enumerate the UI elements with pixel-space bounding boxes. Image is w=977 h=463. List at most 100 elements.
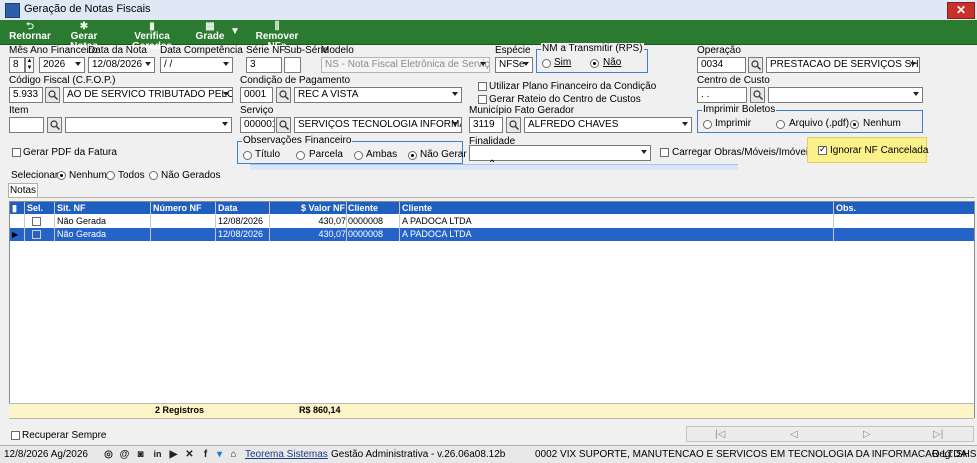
mes-spinner[interactable]: ▲ ▼: [25, 57, 34, 73]
municipio-code-field[interactable]: 3119: [469, 117, 503, 133]
table-row[interactable]: Não Gerada 12/08/2026 430,07 0000008 A P…: [10, 215, 974, 228]
sub-serie-field[interactable]: [284, 57, 301, 73]
data-competencia-field[interactable]: / /: [160, 57, 233, 73]
nao-radio[interactable]: [590, 59, 599, 68]
sel-todos-radio[interactable]: [106, 171, 115, 180]
operacao-search-icon[interactable]: [748, 57, 763, 73]
last-record-button[interactable]: ▷|: [933, 429, 943, 440]
retornar-button[interactable]: ⮌ Retornar: [8, 21, 52, 42]
row-checkbox[interactable]: [32, 217, 41, 226]
next-record-button[interactable]: ▷: [863, 429, 871, 440]
arquivo-pdf-radio[interactable]: [776, 120, 785, 129]
navigator: |◁ ◁ ▷ ▷|: [686, 426, 974, 442]
cfop-search-icon[interactable]: [45, 87, 60, 103]
carregar-obras-checkbox[interactable]: [660, 148, 669, 157]
col-numero-nf[interactable]: Número NF: [153, 202, 202, 214]
email-icon[interactable]: @: [119, 449, 130, 460]
sim-label: Sim: [554, 57, 572, 68]
servico-label: Serviço: [240, 105, 274, 116]
gerar-rateio-checkbox[interactable]: [478, 95, 487, 104]
titulo-label: Título: [255, 149, 281, 160]
municipio-search-icon[interactable]: [506, 117, 521, 133]
col-cliente[interactable]: Cliente: [402, 202, 432, 214]
modelo-select[interactable]: NS - Nota Fiscal Eletrônica de Serviço (…: [321, 57, 490, 73]
sel-nao-gerados-radio[interactable]: [149, 171, 158, 180]
support-icon[interactable]: ▾: [214, 449, 225, 460]
cond-pag-search-icon[interactable]: [276, 87, 291, 103]
nenhum-radio[interactable]: [850, 120, 859, 129]
centro-custo-select[interactable]: [768, 87, 923, 103]
cell-valor: 430,07: [318, 229, 346, 239]
imprimir-label: Imprimir: [715, 118, 752, 129]
teorema-link[interactable]: Teorema Sistemas: [245, 449, 328, 460]
recuperar-sempre-checkbox[interactable]: [11, 431, 20, 440]
titulo-radio[interactable]: [243, 151, 252, 160]
cfop-select[interactable]: AO DE SERVICO TRIBUTADO PELO ISSQN: [63, 87, 233, 103]
row-checkbox[interactable]: [32, 230, 41, 239]
servico-search-icon[interactable]: [276, 117, 291, 133]
cell-sit: Não Gerada: [57, 216, 107, 226]
grade-button[interactable]: ▦ Grade: [193, 21, 227, 42]
utilizar-plano-checkbox[interactable]: [478, 82, 487, 91]
nao-gerar-radio[interactable]: [408, 151, 417, 160]
linkedin-icon[interactable]: in: [152, 449, 163, 460]
status-reg: Reg: SHS D: [932, 449, 977, 460]
close-button[interactable]: ✕: [947, 2, 975, 19]
cond-pag-code-field[interactable]: 0001: [240, 87, 273, 103]
cell-cliente-cod: 0000008: [348, 216, 384, 226]
grade-dropdown-caret[interactable]: ▼: [230, 27, 240, 37]
imprimir-radio[interactable]: [703, 120, 712, 129]
imprimir-boletos-label: Imprimir Boletos: [702, 104, 777, 115]
operacao-select[interactable]: PRESTACAO DE SERVIÇOS SHS: [766, 57, 920, 73]
cell-valor: 430,07: [318, 216, 346, 226]
data-nota-field[interactable]: 12/08/2026: [88, 57, 155, 73]
x-icon[interactable]: ✕: [184, 449, 195, 460]
ano-select[interactable]: 2026: [39, 57, 85, 73]
servico-select[interactable]: SERVIÇOS TECNOLOGIA INFORMACAO: [294, 117, 462, 133]
serie-nf-field[interactable]: 3: [246, 57, 282, 73]
grid-footer: 2 Registros R$ 860,14: [9, 403, 974, 419]
sel-nao-gerados-label: Não Gerados: [161, 170, 221, 181]
sel-nenhum-radio[interactable]: [57, 171, 66, 180]
col-cliente-cod[interactable]: Cliente: [348, 202, 378, 214]
especie-select[interactable]: NFSe: [495, 57, 533, 73]
ambas-radio[interactable]: [354, 151, 363, 160]
parcela-radio[interactable]: [296, 151, 305, 160]
status-date: 12/8/2026 Ag/2026: [4, 449, 88, 460]
col-sel[interactable]: Sel.: [27, 202, 43, 214]
col-valor-nf[interactable]: $ Valor NF: [301, 202, 345, 214]
operacao-code-field[interactable]: 0034: [697, 57, 746, 73]
first-record-button[interactable]: |◁: [715, 429, 725, 440]
home-icon[interactable]: ⌂: [228, 449, 239, 460]
whatsapp-icon[interactable]: ◎: [103, 449, 114, 460]
cond-pag-select[interactable]: REC A VISTA: [294, 87, 462, 103]
col-data[interactable]: Data: [218, 202, 238, 214]
centro-custo-search-icon[interactable]: [750, 87, 765, 103]
nao-gerar-label: Não Gerar: [420, 149, 467, 160]
ignorar-nf-cancelada-label: Ignorar NF Cancelada: [830, 145, 929, 156]
servico-code-field[interactable]: 000001: [240, 117, 275, 133]
col-obs[interactable]: Obs.: [836, 202, 856, 214]
cell-data: 12/08/2026: [218, 216, 264, 226]
ignorar-nf-cancelada-checkbox[interactable]: [818, 144, 827, 155]
collapse-icon[interactable]: ⌃: [488, 159, 496, 170]
centro-custo-code-field[interactable]: . .: [697, 87, 747, 103]
facebook-icon[interactable]: f: [200, 449, 211, 460]
col-sit-nf[interactable]: Sit. NF: [57, 202, 86, 214]
municipio-select[interactable]: ALFREDO CHAVES: [524, 117, 692, 133]
instagram-icon[interactable]: ◙: [135, 449, 146, 460]
gerar-pdf-fatura-checkbox[interactable]: [12, 148, 21, 157]
item-search-icon[interactable]: [47, 117, 62, 133]
serie-nf-label: Série NF: [246, 45, 286, 56]
table-row[interactable]: ▶ Não Gerada 12/08/2026 430,07 0000008 A…: [10, 228, 974, 241]
parcela-label: Parcela: [309, 149, 343, 160]
sim-radio[interactable]: [542, 59, 551, 68]
ambas-label: Ambas: [366, 149, 398, 160]
prev-record-button[interactable]: ◁: [790, 429, 798, 440]
item-code-field[interactable]: [9, 117, 44, 133]
item-select[interactable]: [65, 117, 232, 133]
mes-field[interactable]: 8: [9, 57, 25, 73]
tab-notas[interactable]: Notas: [8, 183, 38, 198]
youtube-icon[interactable]: ▶: [168, 449, 179, 460]
cfop-code-field[interactable]: 5.933: [9, 87, 43, 103]
